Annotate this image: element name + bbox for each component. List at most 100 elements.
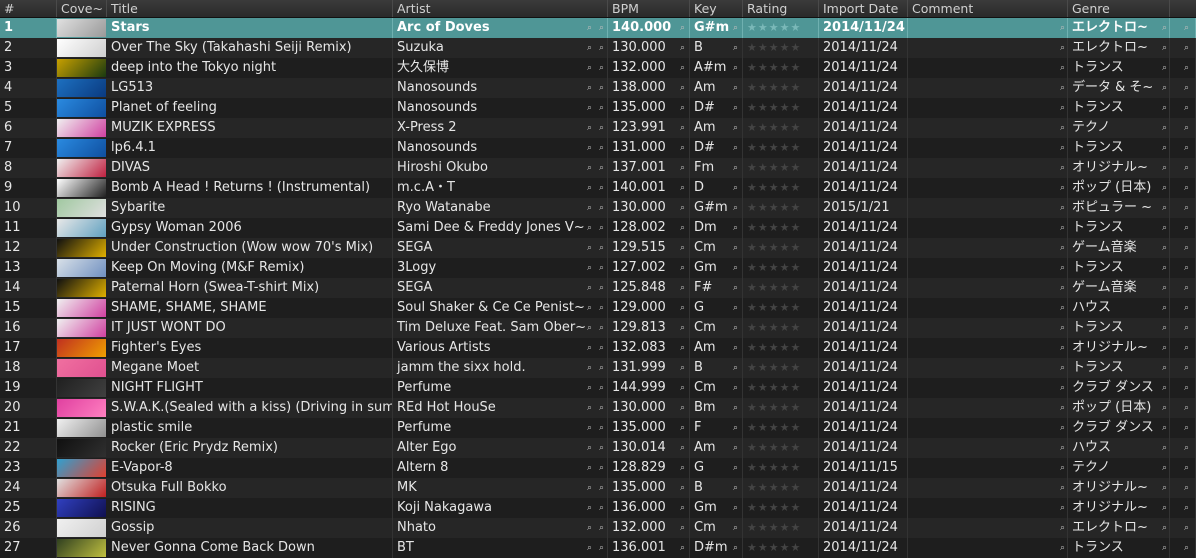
table-row[interactable]: 24 Otsuka Full Bokko ⌕ ⌕ MK 135.000 ⌕ B ⌕ ★★★★★ 20… [0, 478, 1196, 498]
search-icon[interactable]: ⌕ [1058, 38, 1067, 58]
table-row[interactable]: 2 Over The Sky (Takahashi Seiji Remix) ⌕ ⌕ S… [0, 38, 1196, 58]
search-icon[interactable]: ⌕ [1160, 158, 1169, 178]
search-icon[interactable]: ⌕ [1160, 478, 1169, 498]
search-icon[interactable]: ⌕ [731, 218, 740, 238]
column-header-artist[interactable]: Artist [393, 0, 608, 17]
rating-stars-icon[interactable]: ★★★★★ [747, 181, 801, 194]
search-icon[interactable]: ⌕ [1058, 18, 1067, 38]
search-icon[interactable]: ⌕ [1160, 238, 1169, 258]
search-icon[interactable]: ⌕ [1058, 378, 1067, 398]
rating-stars-icon[interactable]: ★★★★★ [747, 281, 801, 294]
search-icon[interactable]: ⌕ [1058, 178, 1067, 198]
search-icon[interactable]: ⌕ [1058, 518, 1067, 538]
search-icon[interactable]: ⌕ [678, 318, 687, 338]
search-icon[interactable]: ⌕ [678, 478, 687, 498]
search-icon[interactable]: ⌕ [1058, 138, 1067, 158]
search-icon[interactable]: ⌕ [1182, 78, 1191, 98]
search-icon[interactable]: ⌕ [731, 358, 740, 378]
search-icon[interactable]: ⌕ [1160, 138, 1169, 158]
column-header-import-date[interactable]: Import Date [819, 0, 908, 17]
table-row[interactable]: 26 Gossip ⌕ ⌕ Nhato 132.000 ⌕ Cm ⌕ ★★★★★ 2014/11/2… [0, 518, 1196, 538]
search-icon[interactable]: ⌕ [1160, 198, 1169, 218]
search-icon[interactable]: ⌕ [1182, 98, 1191, 118]
search-icon[interactable]: ⌕ [1160, 58, 1169, 78]
search-icon[interactable]: ⌕ [1160, 38, 1169, 58]
search-icon[interactable]: ⌕ [1182, 278, 1191, 298]
column-header-comment[interactable]: Comment [908, 0, 1068, 17]
search-icon[interactable]: ⌕ [678, 338, 687, 358]
search-icon[interactable]: ⌕ [1160, 118, 1169, 138]
search-icon[interactable]: ⌕ [731, 378, 740, 398]
search-icon[interactable]: ⌕ [678, 158, 687, 178]
search-icon[interactable]: ⌕ [678, 458, 687, 478]
search-icon[interactable]: ⌕ [1058, 318, 1067, 338]
search-icon[interactable]: ⌕ [678, 58, 687, 78]
table-row[interactable]: 5 Planet of feeling ⌕ ⌕ Nanosounds 135.000 ⌕ D#… [0, 98, 1196, 118]
search-icon[interactable]: ⌕ [1182, 298, 1191, 318]
table-row[interactable]: 1 Stars ⌕ ⌕ Arc of Doves 140.000 ⌕ G#m ⌕ ★★★★★ 201… [0, 18, 1196, 38]
search-icon[interactable]: ⌕ [731, 398, 740, 418]
search-icon[interactable]: ⌕ [1160, 18, 1169, 38]
search-icon[interactable]: ⌕ [678, 118, 687, 138]
search-icon[interactable]: ⌕ [1182, 358, 1191, 378]
search-icon[interactable]: ⌕ [1058, 438, 1067, 458]
search-icon[interactable]: ⌕ [1058, 358, 1067, 378]
table-row[interactable]: 16 IT JUST WONT DO ⌕ ⌕ Tim Deluxe Feat. Sam … [0, 318, 1196, 338]
search-icon[interactable]: ⌕ [678, 78, 687, 98]
rating-stars-icon[interactable]: ★★★★★ [747, 21, 801, 34]
table-row[interactable]: 20 S.W.A.K.(Sealed with a kiss) (Driving … [0, 398, 1196, 418]
search-icon[interactable]: ⌕ [1182, 138, 1191, 158]
search-icon[interactable]: ⌕ [1182, 438, 1191, 458]
table-row[interactable]: 9 Bomb A Head ! Returns ! (Instrumental) ⌕… [0, 178, 1196, 198]
search-icon[interactable]: ⌕ [1058, 298, 1067, 318]
search-icon[interactable]: ⌕ [1160, 498, 1169, 518]
rating-stars-icon[interactable]: ★★★★★ [747, 401, 801, 414]
rating-stars-icon[interactable]: ★★★★★ [747, 81, 801, 94]
search-icon[interactable]: ⌕ [678, 258, 687, 278]
search-icon[interactable]: ⌕ [678, 98, 687, 118]
search-icon[interactable]: ⌕ [1160, 178, 1169, 198]
search-icon[interactable]: ⌕ [1160, 218, 1169, 238]
search-icon[interactable]: ⌕ [731, 78, 740, 98]
search-icon[interactable]: ⌕ [1160, 378, 1169, 398]
search-icon[interactable]: ⌕ [1160, 418, 1169, 438]
column-header-bpm[interactable]: BPM [608, 0, 690, 17]
search-icon[interactable]: ⌕ [731, 538, 740, 558]
search-icon[interactable]: ⌕ [1182, 398, 1191, 418]
rating-stars-icon[interactable]: ★★★★★ [747, 61, 801, 74]
table-row[interactable]: 23 E-Vapor-8 ⌕ ⌕ Altern 8 128.829 ⌕ G ⌕ ★★★★★ 2014… [0, 458, 1196, 478]
table-row[interactable]: 27 Never Gonna Come Back Down ⌕ ⌕ BT 136.001 ⌕… [0, 538, 1196, 558]
search-icon[interactable]: ⌕ [1058, 338, 1067, 358]
rating-stars-icon[interactable]: ★★★★★ [747, 521, 801, 534]
table-row[interactable]: 7 lp6.4.1 ⌕ ⌕ Nanosounds 131.000 ⌕ D# ⌕ ★★★★★ 2014… [0, 138, 1196, 158]
table-row[interactable]: 4 LG513 ⌕ ⌕ Nanosounds 138.000 ⌕ Am ⌕ ★★★★★ 2014/1… [0, 78, 1196, 98]
rating-stars-icon[interactable]: ★★★★★ [747, 241, 801, 254]
table-row[interactable]: 21 plastic smile ⌕ ⌕ Perfume 135.000 ⌕ F ⌕ ★★★★★ 2… [0, 418, 1196, 438]
rating-stars-icon[interactable]: ★★★★★ [747, 101, 801, 114]
search-icon[interactable]: ⌕ [731, 458, 740, 478]
rating-stars-icon[interactable]: ★★★★★ [747, 341, 801, 354]
search-icon[interactable]: ⌕ [731, 258, 740, 278]
search-icon[interactable]: ⌕ [678, 518, 687, 538]
table-row[interactable]: 3 deep into the Tokyo night ⌕ ⌕ 大久保博 132.000 ⌕… [0, 58, 1196, 78]
search-icon[interactable]: ⌕ [1160, 298, 1169, 318]
table-row[interactable]: 10 Sybarite ⌕ ⌕ Ryo Watanabe 130.000 ⌕ G#m ⌕ ★★★★… [0, 198, 1196, 218]
search-icon[interactable]: ⌕ [1182, 198, 1191, 218]
search-icon[interactable]: ⌕ [1182, 458, 1191, 478]
search-icon[interactable]: ⌕ [1058, 418, 1067, 438]
search-icon[interactable]: ⌕ [678, 38, 687, 58]
search-icon[interactable]: ⌕ [1058, 218, 1067, 238]
search-icon[interactable]: ⌕ [1160, 278, 1169, 298]
rating-stars-icon[interactable]: ★★★★★ [747, 141, 801, 154]
search-icon[interactable]: ⌕ [678, 178, 687, 198]
search-icon[interactable]: ⌕ [731, 178, 740, 198]
search-icon[interactable]: ⌕ [1058, 538, 1067, 558]
search-icon[interactable]: ⌕ [678, 138, 687, 158]
search-icon[interactable]: ⌕ [678, 498, 687, 518]
rating-stars-icon[interactable]: ★★★★★ [747, 261, 801, 274]
search-icon[interactable]: ⌕ [1182, 538, 1191, 558]
table-row[interactable]: 6 MUZIK EXPRESS ⌕ ⌕ X-Press 2 123.991 ⌕ Am ⌕ ★★★★… [0, 118, 1196, 138]
search-icon[interactable]: ⌕ [731, 418, 740, 438]
search-icon[interactable]: ⌕ [1058, 478, 1067, 498]
table-row[interactable]: 22 Rocker (Eric Prydz Remix) ⌕ ⌕ Alter Ego 13… [0, 438, 1196, 458]
